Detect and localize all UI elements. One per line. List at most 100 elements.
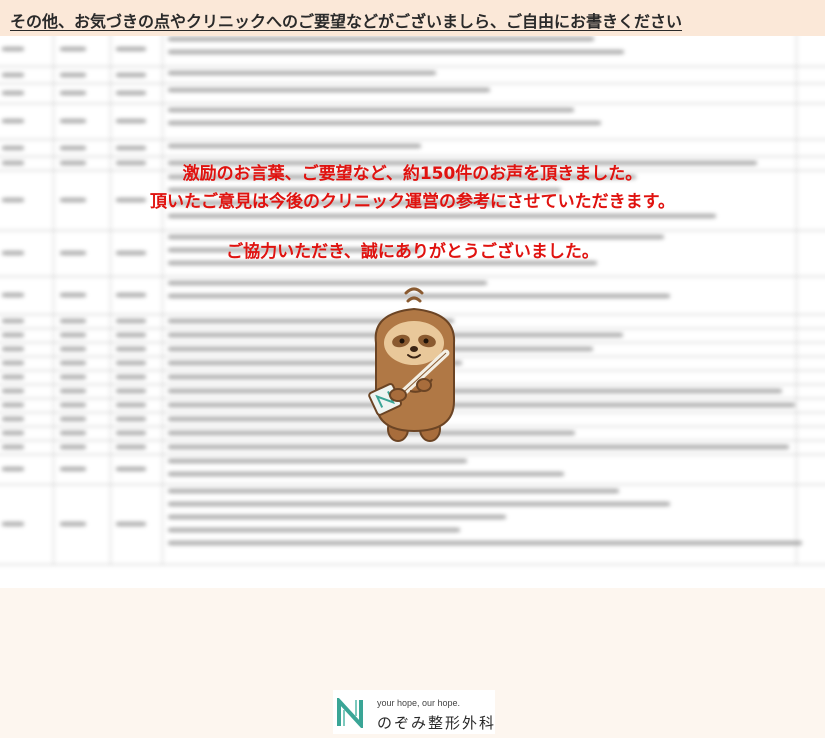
blurred-text <box>168 50 624 54</box>
table-cell-divider <box>796 83 797 103</box>
table-cell-divider <box>53 412 54 426</box>
table-cell-divider <box>162 370 163 384</box>
blurred-text <box>60 72 86 77</box>
blurred-text <box>2 522 24 526</box>
table-row <box>0 36 825 67</box>
table-cell-divider <box>162 384 163 398</box>
table-cell-divider <box>162 328 163 342</box>
blurred-text <box>60 145 86 150</box>
table-cell-divider <box>110 370 111 384</box>
table-cell-divider <box>53 103 54 139</box>
blurred-text <box>2 293 24 297</box>
blurred-text <box>116 445 146 449</box>
table-row <box>0 139 825 157</box>
blurred-text <box>168 489 619 493</box>
table-cell-divider <box>53 139 54 156</box>
n-logo-icon <box>337 698 363 728</box>
table-cell-divider <box>796 454 797 484</box>
blurred-text <box>168 88 490 92</box>
table-cell-divider <box>162 426 163 440</box>
blurred-text <box>60 522 86 526</box>
blurred-text <box>116 145 146 150</box>
blurred-text <box>168 515 506 519</box>
table-cell-divider <box>162 412 163 426</box>
table-cell-divider <box>796 384 797 398</box>
table-cell-divider <box>53 342 54 356</box>
table-cell-divider <box>796 103 797 139</box>
blurred-text <box>168 389 782 393</box>
table-cell-divider <box>796 36 797 66</box>
blurred-text <box>116 347 146 351</box>
table-cell-divider <box>110 454 111 484</box>
blurred-text <box>168 445 789 449</box>
blurred-text <box>2 347 24 351</box>
blurred-text <box>116 91 146 95</box>
blurred-text <box>60 403 86 407</box>
blurred-text <box>2 417 24 421</box>
table-cell-divider <box>796 342 797 356</box>
clinic-logo: your hope, our hope. のぞみ整形外科 <box>333 690 495 734</box>
blurred-text <box>168 37 594 41</box>
blurred-text <box>168 528 460 532</box>
blurred-text <box>116 431 146 435</box>
blurred-text <box>60 119 86 123</box>
logo-tagline: your hope, our hope. <box>377 698 461 708</box>
table-cell-divider <box>110 440 111 454</box>
blurred-text <box>116 467 146 471</box>
message-line-1: 激励のお言葉、ご要望など、約150件のお声を頂きました。 <box>182 164 643 184</box>
table-cell-divider <box>110 314 111 328</box>
table-cell-divider <box>110 103 111 139</box>
blurred-text <box>168 121 601 125</box>
blurred-text <box>60 333 86 337</box>
blurred-text <box>168 459 467 463</box>
blurred-text <box>116 389 146 393</box>
blurred-text <box>116 333 146 337</box>
blurred-text <box>60 375 86 379</box>
table-cell-divider <box>53 384 54 398</box>
table-cell-divider <box>110 384 111 398</box>
table-cell-divider <box>53 276 54 314</box>
blurred-text <box>2 145 24 150</box>
table-row <box>0 484 825 565</box>
table-row <box>0 66 825 84</box>
table-cell-divider <box>110 412 111 426</box>
table-cell-divider <box>796 328 797 342</box>
blurred-text <box>2 467 24 471</box>
table-cell-divider <box>53 36 54 66</box>
blurred-text <box>116 47 146 51</box>
blurred-text <box>2 361 24 365</box>
table-cell-divider <box>53 314 54 328</box>
blurred-text <box>2 319 24 323</box>
table-cell-divider <box>110 398 111 412</box>
table-cell-divider <box>796 440 797 454</box>
blurred-text <box>60 361 86 365</box>
table-cell-divider <box>110 484 111 564</box>
blurred-text <box>60 417 86 421</box>
blurred-text <box>116 119 146 123</box>
blurred-text <box>2 431 24 435</box>
blurred-text <box>116 403 146 407</box>
blurred-text <box>168 71 436 75</box>
blurred-text <box>168 144 421 148</box>
blurred-text <box>60 445 86 449</box>
blurred-text <box>116 293 146 297</box>
table-row <box>0 83 825 104</box>
blurred-text <box>116 375 146 379</box>
table-cell-divider <box>110 66 111 83</box>
blurred-text <box>60 293 86 297</box>
table-row <box>0 103 825 140</box>
blurred-text <box>60 431 86 435</box>
table-cell-divider <box>53 83 54 103</box>
blurred-text <box>2 91 24 95</box>
table-cell-divider <box>53 440 54 454</box>
blurred-text <box>116 72 146 77</box>
table-cell-divider <box>162 440 163 454</box>
table-cell-divider <box>796 276 797 314</box>
table-cell-divider <box>110 276 111 314</box>
blurred-text <box>116 417 146 421</box>
table-cell-divider <box>110 83 111 103</box>
table-cell-divider <box>796 412 797 426</box>
table-cell-divider <box>796 314 797 328</box>
table-cell-divider <box>53 484 54 564</box>
message-line-2: 頂いたご意見は今後のクリニック運営の参考にさせていただきます。 <box>150 192 675 212</box>
